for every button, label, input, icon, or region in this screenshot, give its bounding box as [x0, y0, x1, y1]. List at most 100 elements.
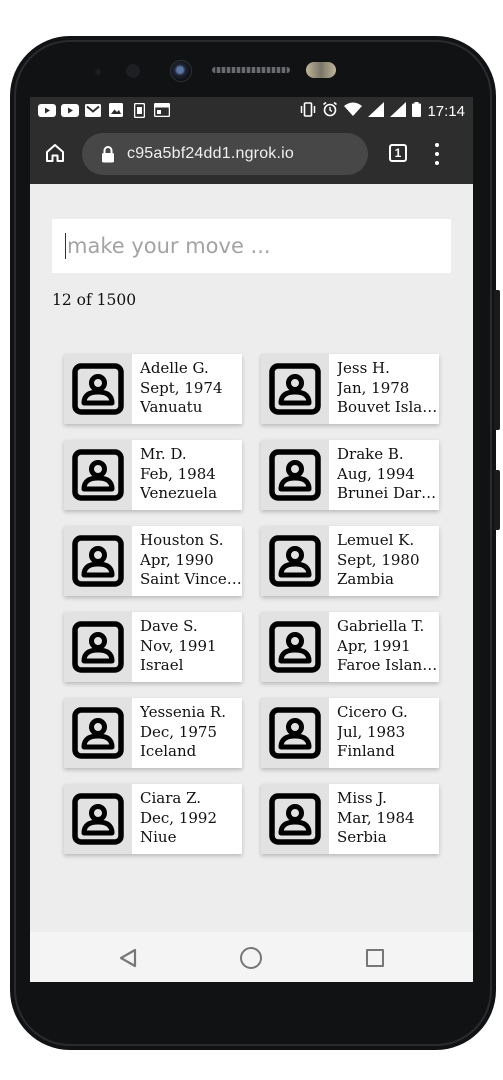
person-card[interactable]: Jess H. Jan, 1978 Bouvet Island — [261, 354, 439, 424]
person-date: Jan, 1978 — [337, 378, 410, 397]
person-name: Gabriella T. — [337, 617, 425, 635]
card-info: Mr. D. Feb, 1984 Venezuela — [132, 440, 242, 510]
portrait-icon — [64, 354, 132, 424]
volume-button — [494, 290, 500, 430]
wifi-icon — [344, 102, 363, 121]
portrait-icon — [261, 440, 329, 510]
card-info: Ciara Z. Dec, 1992 Niue — [132, 784, 242, 854]
card-info: Cicero G. Jul, 1983 Finland — [329, 698, 439, 768]
person-name: Cicero G. — [337, 703, 408, 721]
person-card[interactable]: Miss J. Mar, 1984 Serbia — [261, 784, 439, 854]
person-card[interactable]: Drake B.Aug, 1994Brunei Darussalam — [261, 440, 439, 510]
portrait-icon — [261, 354, 329, 424]
person-name: Lemuel K. — [337, 531, 415, 549]
person-name: Adelle G. — [140, 359, 209, 377]
front-camera — [170, 60, 192, 82]
power-button — [494, 470, 500, 530]
person-name: Yessenia R. — [140, 703, 226, 721]
person-country: Zambia — [337, 570, 394, 588]
person-date: Sept, 1980 — [337, 550, 420, 569]
move-input[interactable] — [52, 219, 451, 273]
portrait-icon — [64, 784, 132, 854]
battery-icon — [412, 101, 422, 122]
text-cursor — [65, 233, 66, 259]
person-card[interactable]: Lemuel K. Sept, 1980 Zambia — [261, 526, 439, 596]
image-icon — [107, 102, 125, 118]
gmail-icon — [84, 102, 102, 118]
person-country: Iceland — [140, 742, 197, 760]
proximity-sensor — [95, 69, 101, 75]
sim-icon — [130, 102, 148, 118]
person-country: Vanuatu — [140, 398, 203, 416]
card-info: Lemuel K. Sept, 1980 Zambia — [329, 526, 439, 596]
card-info: Jess H. Jan, 1978 Bouvet Island — [329, 354, 439, 424]
person-name: Houston S. — [140, 531, 224, 549]
person-card[interactable]: Houston S. Apr, 1990 Saint Vincent — [64, 526, 242, 596]
front-flash — [306, 62, 336, 78]
portrait-icon — [261, 612, 329, 682]
alarm-icon — [322, 101, 338, 122]
person-country: Brunei Darussalam — [337, 484, 439, 502]
person-date: Jul, 1983 — [337, 722, 406, 741]
person-name: Miss J. — [337, 789, 387, 807]
person-card[interactable]: Ciara Z. Dec, 1992 Niue — [64, 784, 242, 854]
person-name: Drake B. — [337, 445, 404, 463]
back-icon[interactable] — [118, 948, 138, 973]
person-name: Ciara Z. — [140, 789, 202, 807]
portrait-icon — [64, 612, 132, 682]
person-date: Mar, 1984 — [337, 808, 415, 827]
person-date: Dec, 1975 — [140, 722, 218, 741]
person-card[interactable]: Mr. D. Feb, 1984 Venezuela — [64, 440, 242, 510]
person-date: Nov, 1991 — [140, 636, 217, 655]
youtube-icon — [61, 102, 79, 118]
overflow-menu-icon[interactable] — [434, 143, 440, 165]
person-card[interactable]: Adelle G. Sept, 1974 Vanuatu — [64, 354, 242, 424]
person-name: Jess H. — [337, 359, 390, 377]
card-info: Drake B.Aug, 1994Brunei Darussalam — [329, 440, 439, 510]
portrait-icon — [64, 440, 132, 510]
person-name: Dave S. — [140, 617, 198, 635]
clock: 17:14 — [427, 103, 465, 120]
android-nav-bar — [30, 932, 473, 982]
browser-toolbar: c95a5bf24dd1.ngrok.io 1 — [30, 125, 473, 184]
portrait-icon — [261, 526, 329, 596]
tab-switcher-button[interactable]: 1 — [389, 144, 407, 162]
person-name: Mr. D. — [140, 445, 187, 463]
person-card[interactable]: Gabriella T. Apr, 1991 Faroe Islands — [261, 612, 439, 682]
browser-icon — [153, 102, 171, 118]
person-country: Saint Vincent — [140, 570, 242, 588]
lock-icon — [101, 146, 115, 163]
person-country: Finland — [337, 742, 395, 760]
status-bar: 17:14 — [30, 97, 473, 125]
person-date: Apr, 1991 — [337, 636, 411, 655]
vibrate-icon — [300, 101, 316, 122]
phone-screen: 17:14 c95a5bf24dd1.ngrok.io 1 12 of 1500… — [30, 97, 473, 982]
url-text: c95a5bf24dd1.ngrok.io — [127, 145, 294, 162]
person-card[interactable]: Cicero G. Jul, 1983 Finland — [261, 698, 439, 768]
person-country: Faroe Islands — [337, 656, 439, 674]
person-card[interactable]: Dave S. Nov, 1991 Israel — [64, 612, 242, 682]
person-date: Apr, 1990 — [140, 550, 214, 569]
home-icon[interactable] — [44, 142, 68, 166]
portrait-icon — [261, 784, 329, 854]
address-bar[interactable]: c95a5bf24dd1.ngrok.io — [82, 133, 368, 175]
signal-icon — [368, 101, 385, 122]
card-info: Houston S. Apr, 1990 Saint Vincent — [132, 526, 242, 596]
signal-icon — [390, 101, 407, 122]
portrait-icon — [64, 526, 132, 596]
person-date: Aug, 1994 — [337, 464, 415, 483]
portrait-icon — [261, 698, 329, 768]
person-date: Feb, 1984 — [140, 464, 216, 483]
card-info: Adelle G. Sept, 1974 Vanuatu — [132, 354, 242, 424]
home-nav-icon[interactable] — [240, 947, 262, 969]
card-info: Dave S. Nov, 1991 Israel — [132, 612, 242, 682]
person-country: Venezuela — [140, 484, 218, 502]
person-card[interactable]: Yessenia R. Dec, 1975 Iceland — [64, 698, 242, 768]
recents-icon[interactable] — [366, 949, 384, 967]
person-country: Bouvet Island — [337, 398, 439, 416]
youtube-icon — [38, 102, 56, 118]
card-info: Gabriella T. Apr, 1991 Faroe Islands — [329, 612, 439, 682]
system-icons: 17:14 — [300, 101, 465, 122]
card-info: Yessenia R. Dec, 1975 Iceland — [132, 698, 242, 768]
portrait-icon — [64, 698, 132, 768]
